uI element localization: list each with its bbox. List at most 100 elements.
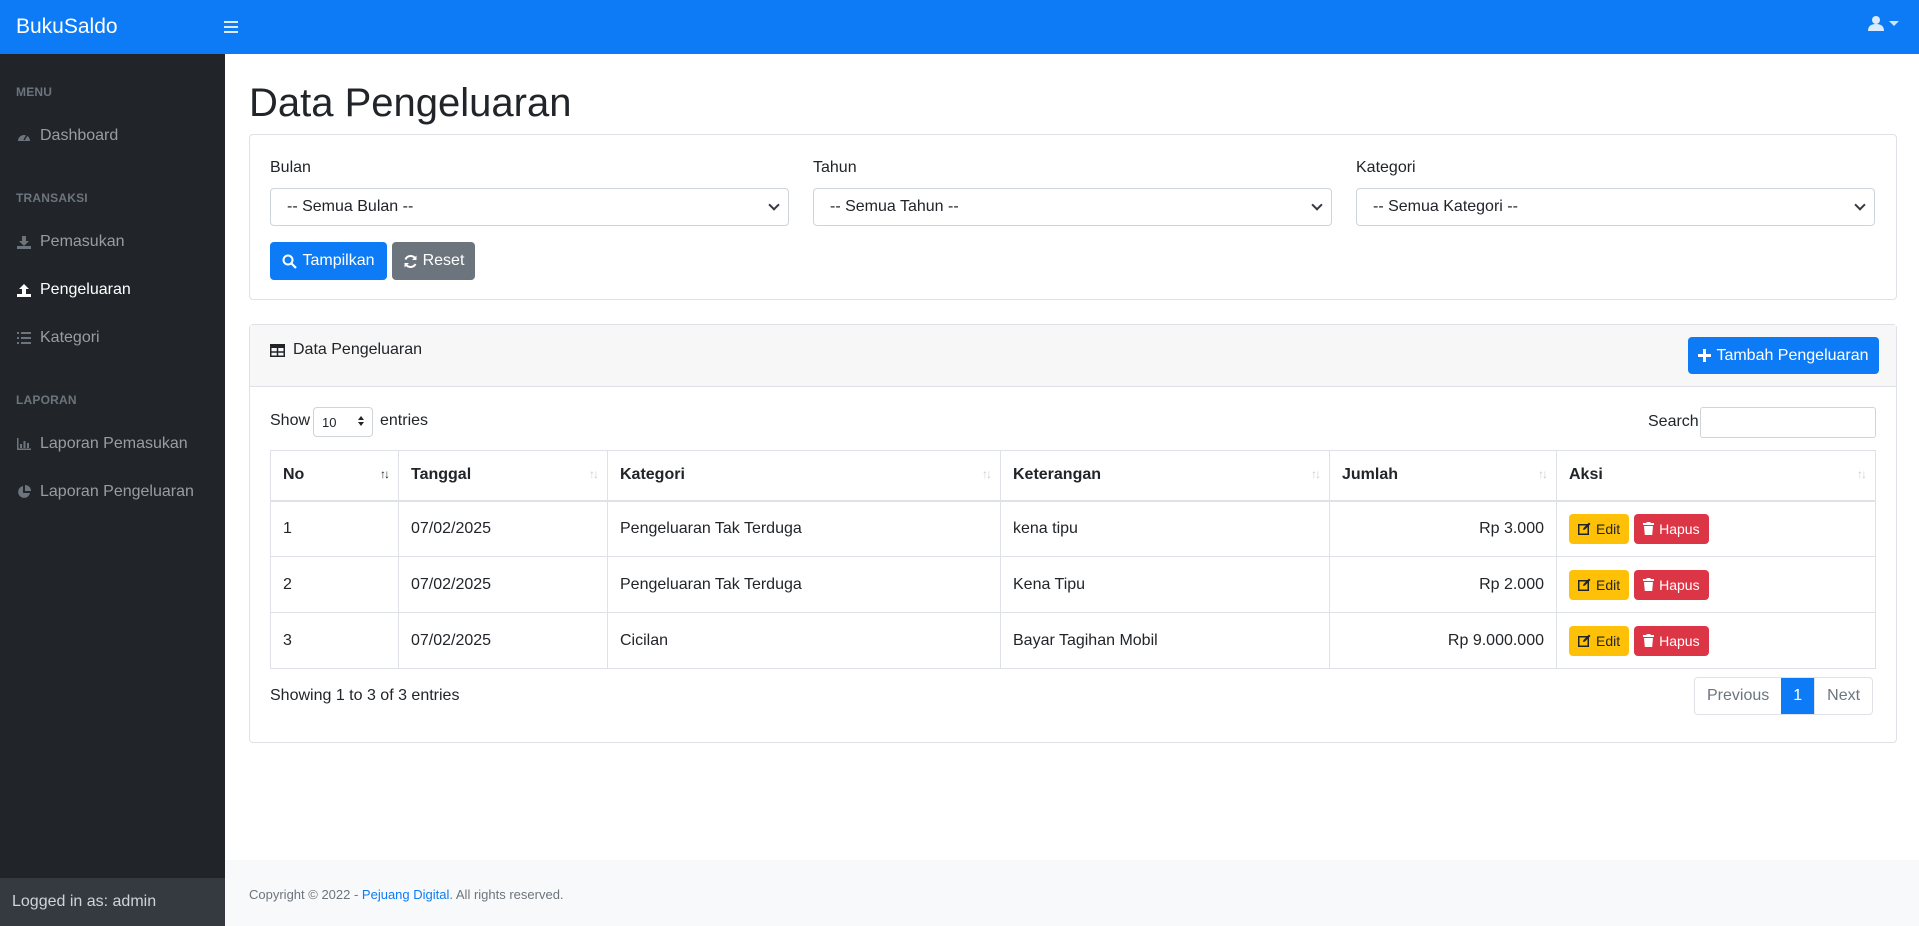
chevron-down-icon <box>1889 20 1899 26</box>
pagination-previous[interactable]: Previous <box>1695 678 1781 714</box>
table-icon <box>270 343 285 357</box>
data-table-card: Data Pengeluaran Tambah Pengeluaran Show… <box>249 324 1897 743</box>
top-navbar: BukuSaldo <box>0 0 1919 54</box>
cell-aksi: Edit Hapus <box>1556 500 1876 557</box>
page-length-select[interactable]: 10 <box>313 407 373 437</box>
trash-icon <box>1643 634 1655 647</box>
sidebar-item-pengeluaran[interactable]: Pengeluaran <box>0 270 225 310</box>
data-table: No ↑↓ Tanggal ↑↓ Kategori ↑↓ Keterangan ↑↓ J… <box>270 450 1876 669</box>
edit-button[interactable]: Edit <box>1569 569 1630 600</box>
cell-no: 2 <box>270 556 399 613</box>
page-length-value: 10 <box>322 414 337 430</box>
tahun-select[interactable]: -- Semua Tahun -- <box>813 188 1332 226</box>
kategori-select[interactable]: -- Semua Kategori -- <box>1356 188 1875 226</box>
edit-button[interactable]: Edit <box>1569 625 1630 656</box>
sidebar-item-label: Kategori <box>40 329 100 346</box>
column-header-keterangan[interactable]: Keterangan ↑↓ <box>1000 450 1330 502</box>
sidebar-item-label: Dashboard <box>40 127 119 144</box>
card-title: Data Pengeluaran <box>270 341 422 359</box>
sidebar-item-label: Pemasukan <box>40 233 125 250</box>
footer-link[interactable]: Pejuang Digital <box>362 887 449 902</box>
hapus-button[interactable]: Hapus <box>1634 569 1709 600</box>
cell-keterangan: Bayar Tagihan Mobil <box>1000 612 1330 669</box>
pagination-page-1[interactable]: 1 <box>1781 678 1815 714</box>
sidebar-item-laporan-pemasukan[interactable]: Laporan Pemasukan <box>0 424 225 464</box>
sidebar-item-dashboard[interactable]: Dashboard <box>0 116 225 156</box>
table-info: Showing 1 to 3 of 3 entries <box>270 687 460 704</box>
column-header-tanggal[interactable]: Tanggal ↑↓ <box>398 450 608 502</box>
cell-kategori: Pengeluaran Tak Terduga <box>607 556 1001 613</box>
refresh-icon <box>404 254 417 268</box>
sidebar-item-pemasukan[interactable]: Pemasukan <box>0 222 225 262</box>
cell-kategori: Pengeluaran Tak Terduga <box>607 500 1001 557</box>
page-footer: Copyright © 2022 - Pejuang Digital. All … <box>225 860 1919 926</box>
edit-button[interactable]: Edit <box>1569 513 1630 544</box>
sidebar-toggle-icon[interactable] <box>224 21 238 33</box>
upload-icon <box>16 282 32 298</box>
sort-icon: ↑↓ <box>1538 467 1548 481</box>
cell-jumlah: Rp 2.000 <box>1329 556 1557 613</box>
reset-button-label: Reset <box>422 252 465 269</box>
tampilkan-button[interactable]: Tampilkan <box>270 242 387 280</box>
hapus-button[interactable]: Hapus <box>1634 513 1709 544</box>
column-header-kategori[interactable]: Kategori ↑↓ <box>607 450 1001 502</box>
column-header-jumlah[interactable]: Jumlah ↑↓ <box>1329 450 1557 502</box>
chevron-down-icon <box>768 199 780 211</box>
cell-jumlah: Rp 3.000 <box>1329 500 1557 557</box>
dashboard-gauge-icon <box>16 128 32 144</box>
cell-kategori: Cicilan <box>607 612 1001 669</box>
main-content: Data Pengeluaran Bulan -- Semua Bulan --… <box>225 54 1919 926</box>
user-menu[interactable] <box>1868 15 1899 31</box>
sidebar-heading-laporan: LAPORAN <box>16 393 77 407</box>
table-row: 1 07/02/2025 Pengeluaran Tak Terduga ken… <box>270 500 1876 557</box>
sidebar: MENU Dashboard TRANSAKSI Pemasukan Penge… <box>0 54 225 926</box>
hapus-button[interactable]: Hapus <box>1634 625 1709 656</box>
logged-in-status: Logged in as: admin <box>0 878 225 926</box>
cell-aksi: Edit Hapus <box>1556 612 1876 669</box>
search-label: Search: <box>1648 413 1704 430</box>
search-icon <box>282 254 298 269</box>
edit-icon <box>1578 634 1591 647</box>
pagination-next[interactable]: Next <box>1814 678 1872 714</box>
sidebar-item-label: Laporan Pengeluaran <box>40 483 194 500</box>
sort-icon: ↑↓ <box>1857 467 1867 481</box>
sidebar-item-kategori[interactable]: Kategori <box>0 318 225 358</box>
tahun-label: Tahun <box>813 159 857 176</box>
cell-keterangan: kena tipu <box>1000 500 1330 557</box>
cell-tanggal: 07/02/2025 <box>398 612 608 669</box>
bulan-select-value: -- Semua Bulan -- <box>287 198 414 215</box>
bulan-label: Bulan <box>270 159 311 176</box>
filter-card: Bulan -- Semua Bulan -- Tahun -- Semua T… <box>249 134 1897 300</box>
kategori-select-value: -- Semua Kategori -- <box>1373 198 1518 215</box>
sort-icon: ↑↓ <box>1311 467 1321 481</box>
column-header-aksi[interactable]: Aksi ↑↓ <box>1556 450 1876 502</box>
user-icon <box>1868 16 1884 31</box>
trash-icon <box>1643 578 1655 591</box>
cell-tanggal: 07/02/2025 <box>398 500 608 557</box>
table-header-row: No ↑↓ Tanggal ↑↓ Kategori ↑↓ Keterangan ↑↓ J… <box>270 450 1876 502</box>
add-pengeluaran-button[interactable]: Tambah Pengeluaran <box>1688 337 1879 374</box>
sidebar-item-label: Pengeluaran <box>40 281 131 298</box>
table-row: 3 07/02/2025 Cicilan Bayar Tagihan Mobil… <box>270 612 1876 669</box>
sidebar-item-laporan-pengeluaran[interactable]: Laporan Pengeluaran <box>0 472 225 512</box>
cell-no: 3 <box>270 612 399 669</box>
pie-chart-icon <box>16 484 32 500</box>
download-icon <box>16 234 32 250</box>
table-row: 2 07/02/2025 Pengeluaran Tak Terduga Ken… <box>270 556 1876 613</box>
column-header-no[interactable]: No ↑↓ <box>270 450 399 502</box>
copyright-text: Copyright © 2022 - Pejuang Digital. All … <box>249 887 564 902</box>
cell-keterangan: Kena Tipu <box>1000 556 1330 613</box>
add-button-label: Tambah Pengeluaran <box>1716 346 1869 364</box>
sidebar-heading-transaksi: TRANSAKSI <box>16 191 88 205</box>
search-input[interactable] <box>1700 407 1876 438</box>
sidebar-heading-menu: MENU <box>16 85 53 99</box>
reset-button[interactable]: Reset <box>392 242 475 280</box>
pagination: Previous 1 Next <box>1694 677 1874 715</box>
entries-label: entries <box>380 412 429 429</box>
bar-chart-icon <box>16 436 32 452</box>
brand-logo[interactable]: BukuSaldo <box>0 15 224 39</box>
sort-icon: ↑↓ <box>589 467 599 481</box>
sort-icon: ↑↓ <box>380 467 390 481</box>
bulan-select[interactable]: -- Semua Bulan -- <box>270 188 789 226</box>
tahun-select-value: -- Semua Tahun -- <box>830 198 959 215</box>
